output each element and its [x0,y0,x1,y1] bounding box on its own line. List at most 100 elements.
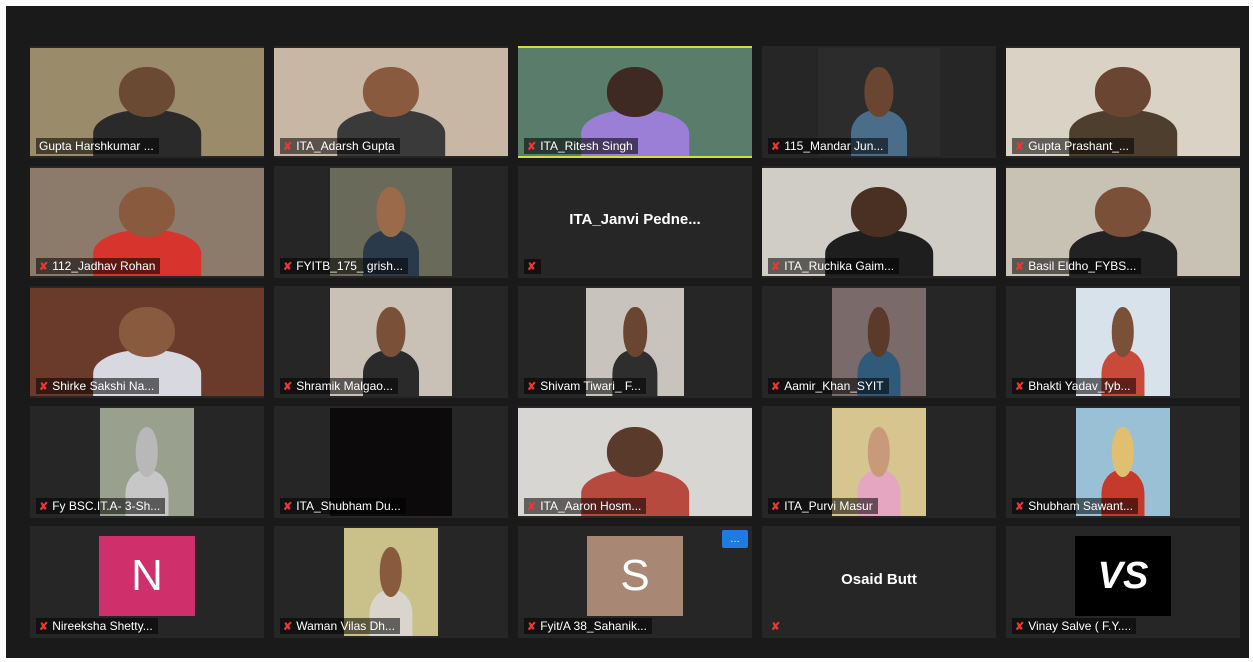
participant-face [376,427,406,478]
mic-muted-icon: ✘ [283,260,293,273]
participant-face [379,547,403,598]
participant-name: Basil Eldho_FYBS... [1028,259,1137,273]
participant-tile[interactable]: ✘ FYITB_175_ grish... [274,166,508,278]
mic-muted-icon: ✘ [1015,620,1025,633]
participant-name: 115_Mandar Jun... [784,139,884,153]
participant-name: ITA_Adarsh Gupta [296,139,395,153]
participant-tile[interactable]: Gupta Harshkumar ... [30,46,264,158]
participant-name-tag: Gupta Harshkumar ... [36,138,159,154]
participant-tile[interactable]: Osaid Butt ✘ [762,526,996,638]
participant-tile[interactable]: VS ✘ Vinay Salve ( F.Y.... [1006,526,1240,638]
participant-face [118,187,176,238]
participant-name-tag: ✘ ITA_Ruchika Gaim... [768,258,900,274]
participant-name-tag: ✘ Vinay Salve ( F.Y.... [1012,618,1137,634]
participant-tile[interactable]: ✘ ITA_Shubham Du... [274,406,508,518]
participant-name: Nireeksha Shetty... [52,619,153,633]
mic-muted-icon: ✘ [771,500,781,513]
participant-face [606,427,664,478]
participant-tile[interactable]: ✘ Shirke Sakshi Na... [30,286,264,398]
participant-tile[interactable]: ✘ ITA_Aaron Hosm... [518,406,752,518]
participant-avatar: VS [1075,536,1171,616]
participant-tile[interactable]: N ✘ Nireeksha Shetty... [30,526,264,638]
participant-tile[interactable]: ✘ 112_Jadhav Rohan [30,166,264,278]
participant-face [864,67,894,118]
participant-tile[interactable]: ✘ Shivam Tiwari_ F... [518,286,752,398]
mic-muted-icon: ✘ [39,620,49,633]
participant-name: Shirke Sakshi Na... [52,379,155,393]
participant-name: Shivam Tiwari_ F... [540,379,641,393]
participant-tile[interactable]: ✘ Shramik Malgao... [274,286,508,398]
mic-muted-icon: ✘ [771,380,781,393]
mic-muted-icon: ✘ [527,380,537,393]
participant-face [362,67,420,118]
participant-tile[interactable]: ✘ ITA_Adarsh Gupta [274,46,508,158]
participant-name-tag: ✘ Nireeksha Shetty... [36,618,158,634]
mic-muted-icon: ✘ [39,260,49,273]
mic-muted-icon: ✘ [771,140,781,153]
mic-muted-icon: ✘ [283,380,293,393]
participant-tile[interactable]: ✘ ITA_Purvi Masur [762,406,996,518]
participant-face [118,67,176,118]
participant-name: Aamir_Khan_SYIT [784,379,884,393]
mic-muted-icon: ✘ [527,620,537,633]
mic-muted-icon: ✘ [1015,140,1025,153]
participant-name: Gupta Prashant_... [1028,139,1129,153]
participant-name: FYITB_175_ grish... [296,259,403,273]
participant-grid: Gupta Harshkumar ... ✘ ITA_Adarsh Gupta ✘ IT… [30,46,1240,648]
participant-tile[interactable]: ✘ Basil Eldho_FYBS... [1006,166,1240,278]
participant-name: ITA_Shubham Du... [296,499,401,513]
participant-name-tag: ✘ Fyit/A 38_Sahanik... [524,618,652,634]
participant-avatar: S [587,536,683,616]
participant-tile[interactable]: ✘ Aamir_Khan_SYIT [762,286,996,398]
mic-muted-icon: ✘ [283,500,293,513]
participant-tile[interactable]: ✘ Fy BSC.IT.A- 3-Sh... [30,406,264,518]
participant-face [376,307,406,358]
participant-name: 112_Jadhav Rohan [52,259,156,273]
participant-face [1094,187,1152,238]
participant-name-tag: ✘ ITA_Aaron Hosm... [524,498,647,514]
participant-name-tag: ✘ Basil Eldho_FYBS... [1012,258,1142,274]
participant-face [850,187,908,238]
mic-muted-icon: ✘ [283,620,293,633]
participant-name: Bhakti Yadav_fyb... [1028,379,1131,393]
participant-name: Gupta Harshkumar ... [39,139,154,153]
participant-name-tag: ✘ Gupta Prashant_... [1012,138,1134,154]
participant-name: ITA_Ruchika Gaim... [784,259,895,273]
participant-name-tag: ✘ Waman Vilas Dh... [280,618,400,634]
participant-tile[interactable]: ✘ Bhakti Yadav_fyb... [1006,286,1240,398]
participant-face [1094,67,1152,118]
participant-name-tag: ✘ 115_Mandar Jun... [768,138,889,154]
participant-name: Shramik Malgao... [296,379,393,393]
participant-face [606,67,664,118]
participant-tile[interactable]: ✘ Waman Vilas Dh... [274,526,508,638]
participant-name-tag: ✘ [768,619,785,634]
participant-face [1111,427,1135,478]
participant-tile[interactable]: ✘ 115_Mandar Jun... [762,46,996,158]
participant-tile[interactable]: ✘ Gupta Prashant_... [1006,46,1240,158]
participant-name-tag: ✘ Shramik Malgao... [280,378,398,394]
mic-muted-icon: ✘ [771,621,781,633]
participant-tile[interactable]: S … ✘ Fyit/A 38_Sahanik... [518,526,752,638]
participant-name-tag: ✘ ITA_Ritesh Singh [524,138,638,154]
more-options-button[interactable]: … [722,530,748,548]
participant-face [135,427,159,478]
participant-name: ITA_Purvi Masur [784,499,873,513]
participant-face [867,307,891,358]
participant-display-name: Osaid Butt [841,570,917,588]
mic-muted-icon: ✘ [527,261,537,273]
participant-name-tag: ✘ Shirke Sakshi Na... [36,378,160,394]
mic-muted-icon: ✘ [1015,500,1025,513]
mic-muted-icon: ✘ [527,500,537,513]
participant-name: Shubham Sawant... [1028,499,1133,513]
participant-avatar: N [99,536,195,616]
participant-tile[interactable]: ✘ ITA_Ritesh Singh [518,46,752,158]
participant-tile[interactable]: ✘ ITA_Ruchika Gaim... [762,166,996,278]
participant-tile[interactable]: ✘ Shubham Sawant... [1006,406,1240,518]
participant-face [118,307,176,358]
participant-name: Waman Vilas Dh... [296,619,395,633]
mic-muted-icon: ✘ [1015,260,1025,273]
participant-name-tag: ✘ ITA_Purvi Masur [768,498,878,514]
participant-name: Fy BSC.IT.A- 3-Sh... [52,499,161,513]
participant-tile[interactable]: ITA_Janvi Pedne... ✘ [518,166,752,278]
participant-name: Vinay Salve ( F.Y.... [1028,619,1132,633]
